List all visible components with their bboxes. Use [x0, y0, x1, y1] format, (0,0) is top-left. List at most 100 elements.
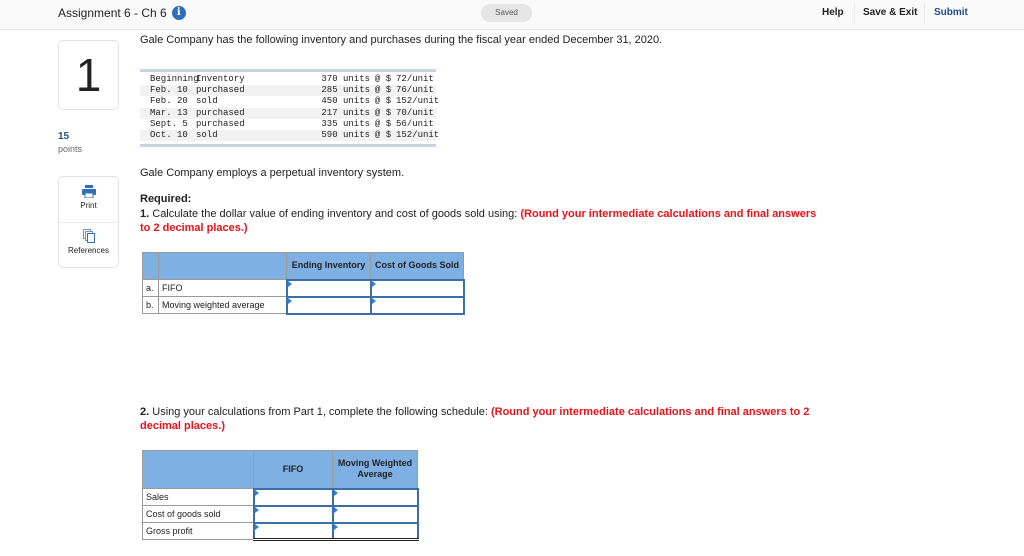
fifo-cogs-input[interactable] [371, 283, 463, 293]
gross-profit-schedule-table: FIFO Moving Weighted Average Sales Cost … [142, 450, 419, 541]
assignment-title-text: Assignment 6 - Ch 6 [58, 6, 167, 20]
inventory-at-sign: @ $ [374, 107, 392, 118]
header-divider [854, 4, 855, 24]
gross-profit-fifo-input[interactable] [254, 525, 332, 536]
printer-icon [81, 185, 96, 198]
mwa-ending-inventory-input[interactable] [287, 300, 370, 310]
references-icon [82, 229, 95, 243]
cogs-fifo-cell [252, 504, 334, 524]
input-flag-icon [333, 489, 338, 496]
inventory-date: Feb. 20 [150, 96, 188, 107]
inventory-at-sign: @ $ [374, 74, 392, 84]
sales-mwa-input[interactable] [333, 492, 417, 502]
sales-fifo-cell [252, 487, 334, 507]
inventory-at-sign: @ $ [374, 85, 392, 96]
inventory-description: purchased [196, 107, 245, 118]
inventory-units: 335 units [321, 118, 370, 129]
inventory-row: Feb. 20 sold 450 units @ $ 152/unit [140, 96, 440, 107]
cogs-mwa-cell [331, 504, 419, 524]
mwa-cogs-cell [369, 295, 465, 315]
inventory-date: Oct. 10 [150, 129, 188, 140]
gross-profit-mwa-input[interactable] [333, 525, 417, 536]
part2-number: 2. [140, 406, 150, 418]
inventory-at-sign: @ $ [374, 96, 392, 107]
help-button[interactable]: Help [822, 7, 844, 18]
inventory-units: 370 units [321, 74, 370, 84]
table-row: Sales [142, 487, 419, 507]
inventory-units: 590 units [321, 129, 370, 140]
references-label: References [68, 246, 109, 255]
input-flag-icon [333, 506, 338, 513]
input-flag-icon [371, 280, 376, 287]
inventory-row: Mar. 13 purchased 217 units @ $ 70/unit [140, 107, 436, 119]
inventory-unit-cost: 76/unit [396, 85, 434, 96]
perpetual-system-text: Gale Company employs a perpetual invento… [140, 167, 405, 179]
cogs-fifo-input[interactable] [254, 509, 332, 519]
submit-button[interactable]: Submit [934, 7, 968, 18]
inventory-at-sign: @ $ [374, 129, 392, 140]
table-header-row: FIFO Moving Weighted Average [142, 450, 418, 489]
mwa-cogs-input[interactable] [371, 300, 463, 310]
inventory-date: Feb. 10 [150, 85, 188, 96]
sales-fifo-input[interactable] [254, 492, 332, 502]
inventory-description: purchased [196, 85, 245, 96]
info-icon[interactable]: i [171, 6, 186, 20]
table-row: Cost of goods sold [142, 504, 419, 524]
inventory-unit-cost: 72/unit [396, 74, 434, 84]
references-button[interactable]: References [59, 227, 118, 267]
header-fifo: FIFO [253, 450, 333, 489]
gross-profit-mwa-cell [331, 521, 419, 541]
inventory-unit-cost: 56/unit [396, 118, 434, 129]
table-header-row: Ending Inventory Cost of Goods Sold [142, 252, 464, 280]
header-cell [142, 450, 254, 489]
header-divider [924, 4, 925, 24]
table-row: a. FIFO [142, 278, 465, 298]
inventory-date: Mar. 13 [150, 107, 188, 118]
input-flag-icon [287, 280, 292, 287]
inventory-row: Beginning Inventory 370 units @ $ 72/unit [140, 74, 436, 85]
points-label: points [58, 144, 83, 154]
cogs-mwa-input[interactable] [333, 509, 417, 519]
header-cost-of-goods-sold: Cost of Goods Sold [370, 252, 464, 280]
ending-inventory-cogs-table: Ending Inventory Cost of Goods Sold a. F… [142, 252, 465, 315]
gross-profit-fifo-cell [252, 521, 334, 541]
row-label-gross-profit: Gross profit [142, 522, 254, 540]
save-exit-button[interactable]: Save & Exit [863, 7, 917, 18]
required-heading: Required: [140, 193, 192, 205]
part1-number: 1. [140, 208, 150, 220]
header-cell [158, 252, 287, 280]
inventory-table: Beginning Inventory 370 units @ $72/unit Feb… [140, 69, 440, 148]
inventory-description: purchased [196, 118, 245, 129]
table-row: b. Moving weighted average [142, 295, 465, 315]
row-label-cost-of-goods-sold: Cost of goods sold [142, 505, 254, 523]
inventory-row: Oct. 10 sold 590 units @ $ 152/unit [140, 129, 440, 142]
saved-status-badge: Saved [481, 4, 532, 22]
input-flag-icon [287, 297, 292, 304]
row-letter: b. [142, 296, 159, 314]
sales-mwa-cell [331, 487, 419, 507]
inventory-date: Sept. 5 [150, 118, 188, 129]
mwa-ending-inventory-cell [285, 295, 372, 315]
question-number: 1 [58, 40, 119, 110]
part1-instructions: 1. Calculate the dollar value of ending … [140, 207, 820, 235]
inventory-row: Sept. 5 purchased 335 units @ $ 56/unit [140, 119, 436, 130]
fifo-ending-inventory-input[interactable] [287, 283, 370, 293]
tools-panel: Print References [58, 176, 119, 268]
points-value: 15 [58, 131, 70, 142]
input-flag-icon [254, 489, 259, 496]
print-button[interactable]: Print [59, 183, 118, 223]
input-flag-icon [333, 523, 338, 530]
row-label-sales: Sales [142, 488, 254, 506]
fifo-cogs-cell [369, 278, 465, 298]
part1-text: Calculate the dollar value of ending inv… [149, 208, 521, 220]
inventory-units: 285 units [321, 85, 370, 96]
inventory-description: sold [196, 96, 218, 107]
inventory-unit-cost: 152/unit [396, 129, 440, 140]
inventory-unit-cost: 152/unit [396, 96, 440, 107]
inventory-unit-cost: 70/unit [396, 107, 434, 118]
question-intro: Gale Company has the following inventory… [140, 34, 663, 46]
inventory-date: Beginning [150, 74, 199, 84]
inventory-row: Feb. 10 purchased 285 units @ $ 76/unit [140, 85, 436, 97]
inventory-description: sold [196, 129, 218, 140]
inventory-units: 450 units [321, 96, 370, 107]
